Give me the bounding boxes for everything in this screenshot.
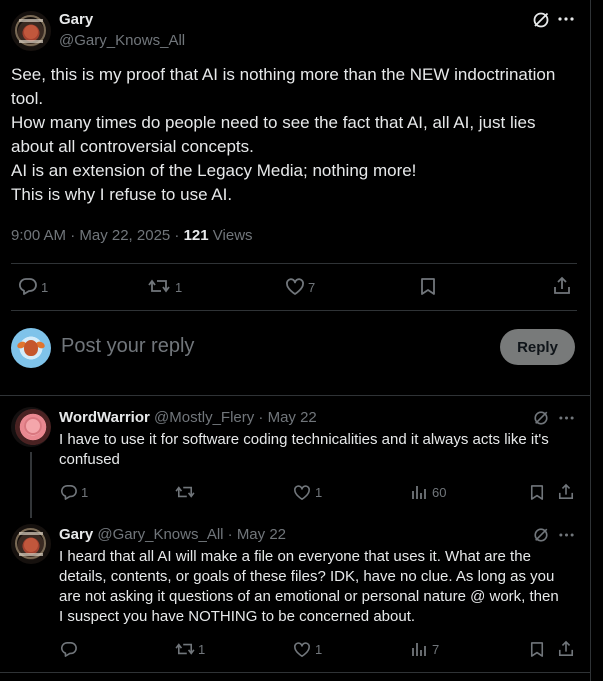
author-name[interactable]: Gary [59,526,93,543]
reply-icon[interactable] [60,484,78,500]
post-text-line: AI is an extension of the Legacy Media; … [11,161,417,180]
grok-icon[interactable] [532,11,550,29]
reply-header: WordWarrior @Mostly_Flery · May 22 [59,409,317,426]
bookmark-icon[interactable] [530,641,544,658]
reply-count: 1 [41,280,49,295]
repost-icon[interactable] [148,277,170,295]
divider [0,395,590,396]
reply-text-line: details, contents, or goals of these fil… [59,568,555,585]
author-name[interactable]: Gary [59,11,93,28]
repost-count: 1 [175,280,183,295]
bookmark-icon[interactable] [530,484,544,501]
thread-line [30,452,32,518]
reply-text: I have to use it for software coding tec… [59,430,584,470]
reply-text-line: I have to use it for software coding tec… [59,431,549,448]
avatar[interactable] [11,11,51,51]
like-icon[interactable] [293,485,311,501]
views-icon[interactable] [411,642,427,657]
reply-header: Gary @Gary_Knows_All · May 22 [59,526,286,543]
reply-text-line: are not asking it questions of an emotio… [59,588,559,605]
reply-button[interactable]: Reply [500,329,575,365]
post-text-line: How many times do people need to see the… [11,113,536,132]
reply-input[interactable]: Post your reply [61,335,194,358]
grok-icon[interactable] [533,527,549,543]
reply-count: 1 [81,485,89,500]
divider [11,263,577,264]
reply-icon[interactable] [18,277,38,295]
timestamp-text[interactable]: 9:00 AM · May 22, 2025 · [11,227,184,244]
post-text-line: tool. [11,89,44,108]
more-icon[interactable] [558,17,574,21]
reply-icon[interactable] [60,641,78,657]
post-text-line: See, this is my proof that AI is nothing… [11,65,556,84]
post-text: See, this is my proof that AI is nothing… [11,63,581,207]
more-icon[interactable] [559,533,574,537]
reply-text-line: confused [59,451,120,468]
author-handle[interactable]: @Gary_Knows_All · May 22 [97,526,286,543]
like-count: 1 [315,642,323,657]
share-icon[interactable] [553,276,571,295]
repost-icon[interactable] [175,484,195,500]
post-timestamp[interactable]: 9:00 AM · May 22, 2025 · 121 Views [11,227,253,244]
views-icon[interactable] [411,485,427,500]
views-count: 121 [183,227,209,244]
avatar [11,328,51,368]
repost-icon[interactable] [175,641,195,657]
grok-icon[interactable] [533,410,549,426]
author-handle[interactable]: @Mostly_Flery · May 22 [154,409,317,426]
views-count: 60 [432,485,447,500]
author-name[interactable]: WordWarrior [59,409,150,426]
like-icon[interactable] [285,278,305,296]
divider [11,310,577,311]
repost-count: 1 [198,642,206,657]
views-label: Views [208,227,253,244]
divider [0,672,590,673]
post-text-line: This is why I refuse to use AI. [11,185,233,204]
post-text-line: about all controversial concepts. [11,137,254,156]
views-count: 7 [432,642,440,657]
avatar[interactable] [11,524,51,564]
share-icon[interactable] [558,640,574,657]
share-icon[interactable] [558,483,574,500]
scrollbar-gutter[interactable] [591,0,603,681]
like-icon[interactable] [293,642,311,658]
bookmark-icon[interactable] [420,277,436,296]
author-handle[interactable]: @Gary_Knows_All [59,32,185,49]
like-count: 1 [315,485,323,500]
reply-text-line: I suspect you have NOTHING to be concern… [59,608,416,625]
avatar[interactable] [11,407,51,447]
like-count: 7 [308,280,316,295]
reply-text-line: I heard that all AI will make a file on … [59,548,531,565]
reply-text: I heard that all AI will make a file on … [59,547,584,627]
more-icon[interactable] [559,416,574,420]
